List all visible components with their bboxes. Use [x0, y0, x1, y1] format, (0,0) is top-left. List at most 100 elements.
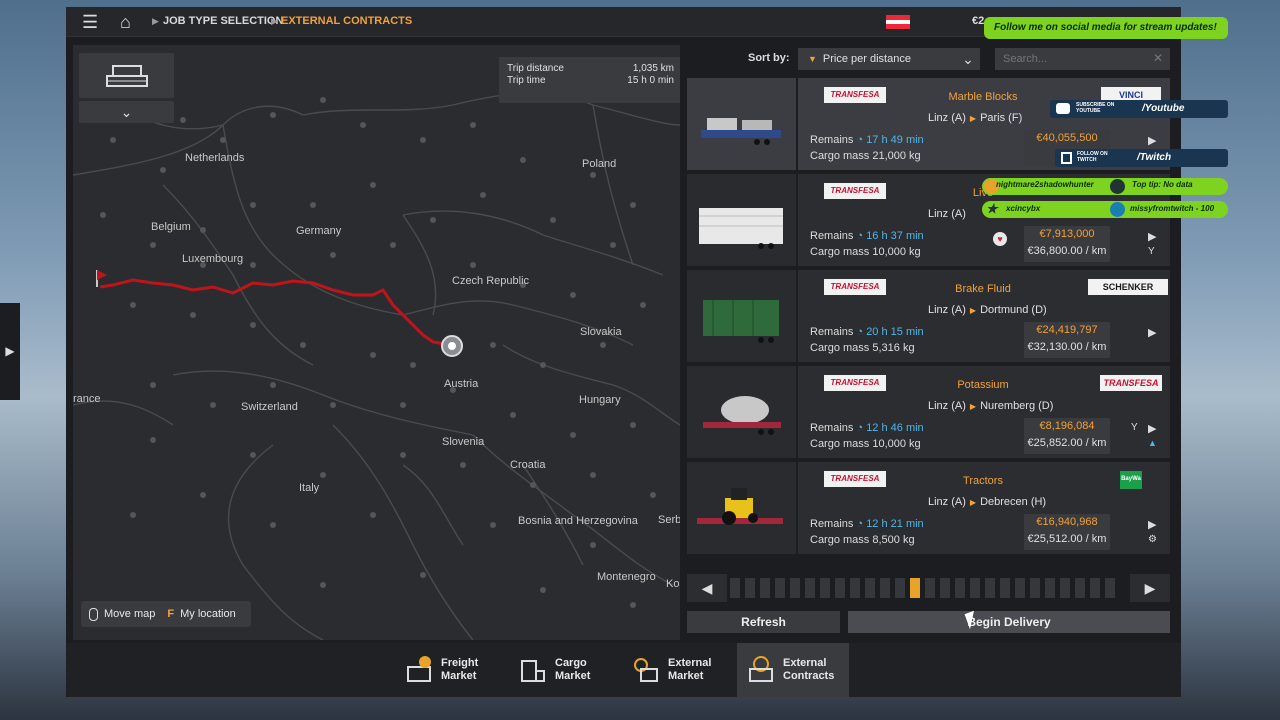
job-price: €8,196,084	[1039, 420, 1095, 432]
page-indicator[interactable]	[730, 578, 1128, 598]
collapse-button[interactable]: ⌄	[79, 101, 174, 123]
move-map-hint: Move map	[104, 608, 156, 620]
side-expand-tab[interactable]: ▶	[0, 303, 20, 400]
job-row[interactable]: TRANSFESA Brake Fluid Linz (A) ▶ Dortmund …	[687, 270, 1170, 362]
destination-company-logo: SCHENKER	[1088, 279, 1168, 295]
chevron-right-icon[interactable]: ▶	[1148, 422, 1156, 435]
trailer-thumbnail	[687, 366, 796, 458]
bottom-tab-bar: Freight Market Cargo Market External Market…	[66, 643, 1181, 697]
remains-label: Remains	[810, 518, 854, 530]
twitch-banner: FOLLOW ON TWITCH /Twitch	[1055, 149, 1228, 167]
page-dot[interactable]	[970, 578, 980, 598]
cargo-mass-label: Cargo mass	[810, 150, 870, 162]
page-dot[interactable]	[820, 578, 830, 598]
page-dot[interactable]	[1060, 578, 1070, 598]
previous-page-button[interactable]: ◀	[687, 574, 727, 602]
chevron-down-icon[interactable]: ⌄	[956, 48, 980, 70]
page-dot[interactable]	[1030, 578, 1040, 598]
job-row[interactable]: TRANSFESA Tractors Linz (A) ▶ Debrecen (H)…	[687, 462, 1170, 554]
trailer-stack-icon	[105, 64, 148, 87]
page-dot[interactable]	[775, 578, 785, 598]
tab-cargo-market[interactable]: Cargo Market	[509, 643, 621, 697]
chevron-down-icon: ⌄	[120, 104, 133, 120]
home-icon[interactable]: ⌂	[120, 12, 131, 32]
page-dot[interactable]	[1045, 578, 1055, 598]
page-dot[interactable]	[1090, 578, 1100, 598]
chevron-right-icon[interactable]: ▶	[1148, 518, 1156, 531]
menu-icon[interactable]: ☰	[82, 12, 98, 32]
chevron-right-icon[interactable]: ▶	[1148, 230, 1156, 243]
tab-label-line1: External	[668, 657, 712, 669]
freight-market-icon	[405, 656, 433, 684]
page-dot[interactable]	[1015, 578, 1025, 598]
remains-label: Remains	[810, 422, 854, 434]
page-dot[interactable]	[940, 578, 950, 598]
page-dot[interactable]	[925, 578, 935, 598]
close-icon[interactable]: ✕	[1153, 51, 1163, 65]
tab-external-contracts[interactable]: External Contracts	[737, 643, 849, 697]
twitch-follow-caption: FOLLOW ON TWITCH	[1077, 151, 1108, 163]
remains-label: Remains	[810, 134, 854, 146]
map-borders-and-roads	[73, 92, 680, 640]
page-dot[interactable]	[1075, 578, 1085, 598]
nightmare-name: nightmare2shadowhunter	[996, 180, 1094, 189]
page-dot[interactable]	[760, 578, 770, 598]
tab-freight-market[interactable]: Freight Market	[395, 643, 507, 697]
page-dot[interactable]	[790, 578, 800, 598]
tab-label-line2: Contracts	[783, 670, 835, 682]
cargo-mass-value: 21,000 kg	[872, 150, 921, 162]
cargo-mass-label: Cargo mass	[810, 246, 870, 258]
map-label-italy: Italy	[299, 482, 320, 494]
route-arrow-icon: ▶	[969, 498, 977, 507]
chevron-right-icon[interactable]: ▶	[1148, 134, 1156, 147]
tab-label-line1: Freight	[441, 657, 479, 669]
map-label-luxembourg: Luxembourg	[182, 253, 244, 265]
chevron-right-icon: ▶	[1144, 580, 1156, 596]
map-label-france: rance	[73, 393, 101, 405]
map-label-croatia: Croatia	[510, 459, 546, 471]
company-logo: TRANSFESA	[824, 279, 886, 295]
sort-arrow-icon: ▼	[808, 54, 817, 64]
page-dot[interactable]	[865, 578, 875, 598]
page-dot[interactable]	[880, 578, 890, 598]
page-dot[interactable]	[985, 578, 995, 598]
page-dot[interactable]	[805, 578, 815, 598]
tab-external-market[interactable]: External Market	[622, 643, 734, 697]
price-per-km: €25,512.00 / km	[1027, 533, 1107, 545]
star-icon: ★	[986, 201, 998, 216]
my-location-button[interactable]: My location	[180, 608, 236, 620]
page-dot[interactable]	[850, 578, 860, 598]
tab-label-line2: Market	[668, 670, 704, 682]
austria-flag-icon	[886, 15, 910, 29]
price-per-km: €32,130.00 / km	[1027, 341, 1107, 353]
cargo-mass-label: Cargo mass	[810, 438, 870, 450]
cargo-name: Marble Blocks	[948, 91, 1018, 103]
route-map[interactable]: ⌄ Trip distance 1,035 km Trip time 15 h …	[73, 45, 680, 640]
fragile-icon: ▲	[1148, 438, 1157, 448]
stream-follow-banner: Follow me on social media for stream upd…	[984, 17, 1228, 39]
trophy-icon: Y	[1131, 422, 1138, 433]
company-logo: TRANSFESA	[824, 375, 886, 391]
job-row[interactable]: TRANSFESA Potassium Linz (A) ▶ Nuremberg (…	[687, 366, 1170, 458]
next-page-button[interactable]: ▶	[1130, 574, 1170, 602]
remains-value: 12 h 21 min	[866, 518, 924, 530]
page-dot[interactable]	[1105, 578, 1115, 598]
page-dot[interactable]	[745, 578, 755, 598]
droplet-icon	[1110, 202, 1125, 217]
search-input[interactable]	[995, 48, 1170, 70]
trailer-thumbnail	[687, 270, 796, 362]
trailer-view-button[interactable]	[79, 53, 174, 98]
page-dot[interactable]	[730, 578, 740, 598]
chevron-right-icon[interactable]: ▶	[1148, 326, 1156, 339]
begin-delivery-button[interactable]: Begin Delivery	[848, 611, 1170, 633]
page-dot[interactable]	[895, 578, 905, 598]
page-dot[interactable]	[955, 578, 965, 598]
refresh-button[interactable]: Refresh	[687, 611, 840, 633]
sort-dropdown[interactable]: ▼ Price per distance	[798, 48, 980, 70]
page-dot[interactable]	[835, 578, 845, 598]
page-dot[interactable]	[1000, 578, 1010, 598]
oversize-icon: ⚙	[1148, 534, 1157, 545]
page-dot-active[interactable]	[910, 578, 920, 598]
breadcrumb-job-type-selection[interactable]: Job type selection	[163, 15, 283, 27]
cargo-mass-label: Cargo mass	[810, 534, 870, 546]
